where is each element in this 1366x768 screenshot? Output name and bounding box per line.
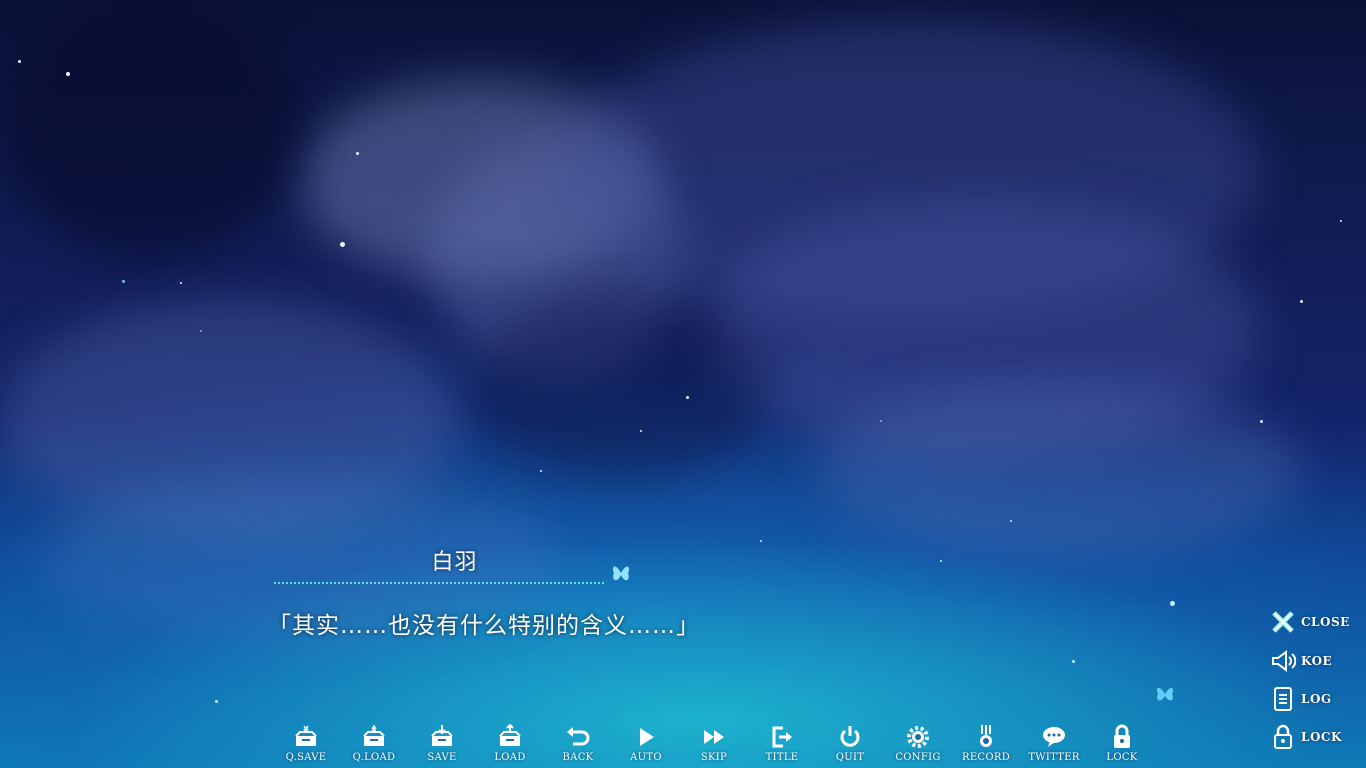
star	[18, 60, 21, 63]
star	[1170, 601, 1175, 606]
log-button[interactable]: LOG	[1270, 684, 1360, 714]
back-arrow-icon	[567, 727, 590, 746]
load-icon	[499, 724, 521, 746]
qsave-label: Q.SAVE	[285, 752, 327, 763]
name-divider	[274, 582, 604, 584]
star	[1072, 660, 1075, 663]
close-x-icon	[1272, 611, 1294, 633]
star	[1010, 520, 1012, 522]
cloud	[470, 300, 770, 480]
log-label: LOG	[1301, 692, 1332, 706]
butterfly-icon	[612, 566, 630, 581]
butterfly-icon	[1156, 687, 1174, 701]
star	[180, 282, 182, 284]
star	[540, 470, 542, 472]
save-label: SAVE	[427, 752, 457, 763]
star	[200, 330, 202, 332]
star	[1260, 420, 1263, 423]
back-button[interactable]: BACK	[544, 724, 612, 768]
skip-button[interactable]: SKIP	[680, 724, 748, 768]
cloud	[820, 380, 1300, 560]
padlock-icon	[1114, 724, 1130, 748]
quit-button[interactable]: QUIT	[816, 724, 884, 768]
speaker-name: 白羽	[431, 550, 478, 575]
star	[340, 242, 345, 247]
qsave-button[interactable]: Q.SAVE	[272, 724, 340, 768]
qload-label: Q.LOAD	[352, 752, 396, 763]
medal-icon	[980, 725, 992, 747]
name-box: 白羽	[272, 540, 632, 588]
load-button[interactable]: LOAD	[476, 724, 544, 768]
star	[640, 430, 642, 432]
lock-button[interactable]: LOCK	[1088, 724, 1156, 768]
qload-button[interactable]: Q.LOAD	[340, 724, 408, 768]
padlock-icon	[1274, 724, 1292, 749]
star	[356, 152, 359, 155]
load-label: LOAD	[494, 752, 526, 763]
lock-label: LOCK	[1106, 752, 1138, 763]
close-label: CLOSE	[1301, 615, 1350, 629]
game-background-night-sky	[0, 0, 1366, 768]
star	[122, 280, 125, 283]
log-list-icon	[1274, 687, 1292, 711]
speech-bubble-icon	[1043, 727, 1065, 747]
auto-button[interactable]: AUTO	[612, 724, 680, 768]
quit-label: QUIT	[835, 752, 865, 763]
star	[66, 72, 70, 76]
side-lock-button[interactable]: LOCK	[1270, 722, 1360, 752]
star	[1300, 300, 1303, 303]
play-icon	[640, 728, 654, 746]
record-label: RECORD	[961, 752, 1011, 763]
star	[940, 560, 942, 562]
twitter-label: TWITTER	[1028, 752, 1080, 763]
skip-label: SKIP	[700, 752, 728, 763]
star	[880, 420, 882, 422]
config-button[interactable]: CONFIG	[884, 724, 952, 768]
gear-icon	[907, 726, 929, 748]
star	[1340, 220, 1342, 222]
dialogue-text[interactable]: 「其实……也没有什么特别的含义……」	[268, 606, 1168, 640]
star	[760, 540, 762, 542]
side-lock-label: LOCK	[1301, 730, 1342, 744]
speaker-icon	[1272, 650, 1296, 672]
back-label: BACK	[562, 752, 594, 763]
quick-save-icon	[295, 725, 317, 746]
save-button[interactable]: SAVE	[408, 724, 476, 768]
quick-load-icon	[363, 724, 385, 746]
koe-button[interactable]: KOE	[1270, 646, 1360, 676]
exit-to-title-icon	[772, 726, 792, 748]
save-icon	[431, 725, 453, 746]
star	[215, 700, 218, 703]
auto-label: AUTO	[630, 752, 662, 763]
fast-forward-icon	[704, 730, 724, 744]
title-label: TITLE	[765, 752, 799, 763]
power-icon	[840, 726, 860, 747]
cloud	[0, 0, 300, 260]
close-button[interactable]: CLOSE	[1270, 607, 1360, 637]
title-button[interactable]: TITLE	[748, 724, 816, 768]
koe-label: KOE	[1301, 654, 1333, 668]
record-button[interactable]: RECORD	[952, 724, 1020, 768]
star	[686, 396, 689, 399]
config-label: CONFIG	[895, 752, 941, 763]
twitter-button[interactable]: TWITTER	[1020, 724, 1088, 768]
